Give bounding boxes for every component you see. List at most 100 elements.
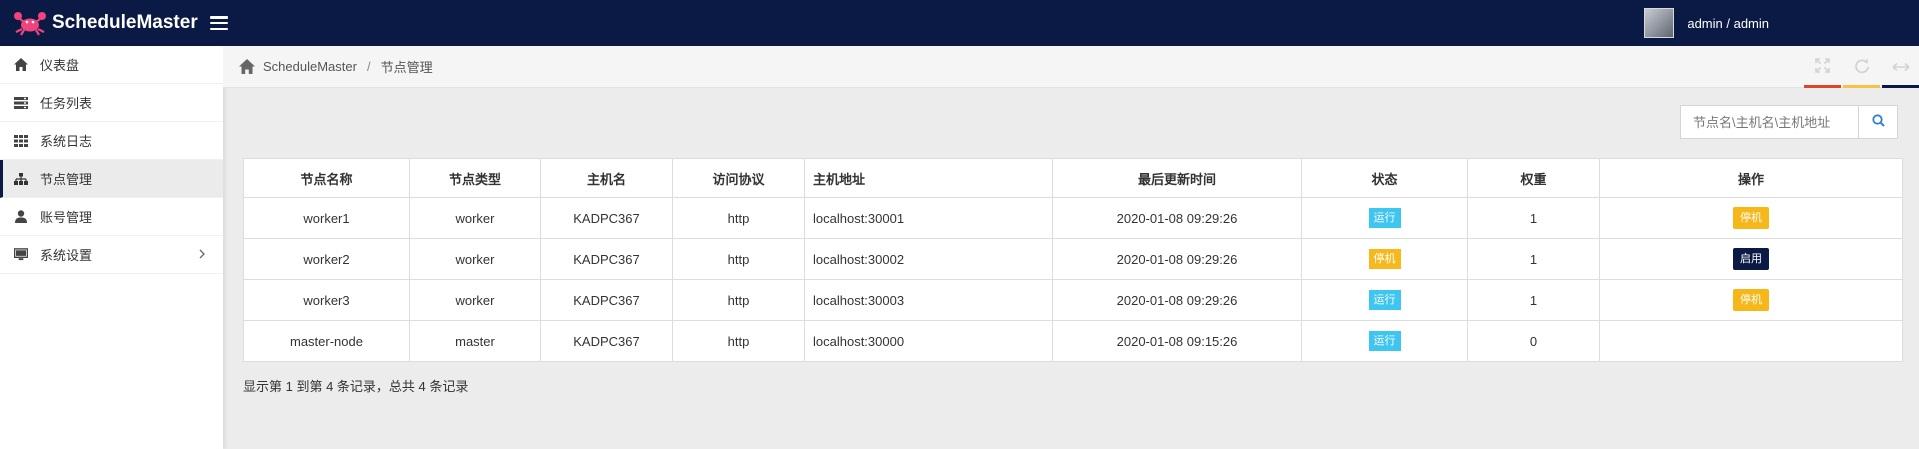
status-badge: 运行: [1368, 290, 1401, 310]
cell-action: 停机: [1599, 197, 1903, 239]
column-header[interactable]: 访问协议: [672, 158, 805, 198]
crab-logo-icon: [12, 10, 48, 36]
column-header[interactable]: 操作: [1599, 158, 1903, 198]
column-header[interactable]: 权重: [1467, 158, 1600, 198]
collapse-button[interactable]: [1882, 46, 1919, 88]
column-header[interactable]: 节点名称: [243, 158, 410, 198]
avatar[interactable]: [1644, 8, 1675, 38]
search-box: [1680, 105, 1898, 139]
table-row: master-node master KADPC367 http localho…: [243, 320, 1903, 362]
user-menu[interactable]: admin / admin: [1644, 0, 1919, 46]
sidebar-item-label: 系统日志: [40, 134, 93, 149]
sitemap-icon: [14, 172, 28, 186]
cell-updated: 2020-01-08 09:29:26: [1052, 197, 1302, 239]
column-header[interactable]: 主机名: [540, 158, 673, 198]
brand-name: ScheduleMaster: [52, 12, 198, 33]
cell-node-name: master-node: [243, 320, 410, 362]
sidebar-item-label: 节点管理: [40, 172, 93, 187]
sidebar-item-settings[interactable]: 系统设置: [0, 236, 223, 274]
cell-host-name: KADPC367: [540, 197, 673, 239]
fullscreen-button[interactable]: [1804, 46, 1841, 88]
node-table: 节点名称 节点类型 主机名 访问协议 主机地址 最后更新时间 状态 权重 操作 …: [243, 158, 1903, 362]
breadcrumb-home-link[interactable]: ScheduleMaster: [263, 59, 357, 74]
refresh-icon: [1854, 58, 1870, 77]
monitor-icon: [14, 248, 28, 262]
cell-node-type: master: [409, 320, 541, 362]
cell-updated: 2020-01-08 09:15:26: [1052, 320, 1302, 362]
status-badge: 运行: [1368, 208, 1401, 228]
search-button[interactable]: [1858, 105, 1898, 139]
sidebar-item-dashboard[interactable]: 仪表盘: [0, 46, 223, 84]
user-name[interactable]: admin / admin: [1687, 16, 1769, 31]
refresh-accent-bar: [1843, 85, 1880, 88]
cell-host-name: KADPC367: [540, 320, 673, 362]
cell-node-name: worker2: [243, 238, 410, 280]
cell-node-type: worker: [409, 238, 541, 280]
cell-address: localhost:30003: [804, 279, 1053, 321]
sidebar-item-label: 任务列表: [40, 96, 93, 111]
tasks-icon: [14, 96, 28, 110]
breadcrumb: ScheduleMaster / 节点管理: [223, 46, 1919, 88]
table-row: worker3 worker KADPC367 http localhost:3…: [243, 279, 1903, 321]
cell-weight: 1: [1467, 197, 1600, 239]
cell-status: 停机: [1301, 238, 1468, 280]
search-icon: [1871, 114, 1885, 130]
cell-protocol: http: [672, 238, 805, 280]
cell-address: localhost:30001: [804, 197, 1053, 239]
search-input[interactable]: [1680, 105, 1858, 139]
cell-weight: 1: [1467, 279, 1600, 321]
column-header[interactable]: 状态: [1301, 158, 1468, 198]
sidebar-item-accounts[interactable]: 账号管理: [0, 198, 223, 236]
cell-protocol: http: [672, 279, 805, 321]
enable-node-button[interactable]: 启用: [1733, 248, 1769, 270]
breadcrumb-separator: /: [366, 59, 371, 74]
pagination-summary: 显示第 1 到第 4 条记录，总共 4 条记录: [243, 379, 469, 394]
table-row: worker2 worker KADPC367 http localhost:3…: [243, 238, 1903, 280]
sidebar-item-logs[interactable]: 系统日志: [0, 122, 223, 160]
cell-node-type: worker: [409, 279, 541, 321]
menu-toggle-icon[interactable]: [209, 16, 228, 30]
cell-protocol: http: [672, 197, 805, 239]
cell-status: 运行: [1301, 197, 1468, 239]
column-header[interactable]: 最后更新时间: [1052, 158, 1302, 198]
user-icon: [14, 210, 28, 224]
cell-action: [1599, 320, 1903, 362]
cell-action: 停机: [1599, 279, 1903, 321]
sidebar-item-label: 系统设置: [40, 248, 93, 263]
column-header[interactable]: 节点类型: [409, 158, 541, 198]
cell-updated: 2020-01-08 09:29:26: [1052, 238, 1302, 280]
sidebar-item-label: 账号管理: [40, 210, 93, 225]
grid-icon: [14, 134, 28, 148]
sidebar-item-tasks[interactable]: 任务列表: [0, 84, 223, 122]
chevron-right-icon: [196, 248, 208, 260]
sidebar-item-nodes[interactable]: 节点管理: [0, 160, 223, 198]
status-badge: 运行: [1368, 331, 1401, 351]
cell-node-name: worker1: [243, 197, 410, 239]
page-toolbar: [1802, 46, 1919, 88]
collapse-accent-bar: [1882, 85, 1919, 88]
table-row: worker1 worker KADPC367 http localhost:3…: [243, 197, 1903, 239]
cell-protocol: http: [672, 320, 805, 362]
refresh-button[interactable]: [1843, 46, 1880, 88]
cell-weight: 1: [1467, 238, 1600, 280]
cell-updated: 2020-01-08 09:29:26: [1052, 279, 1302, 321]
home-icon[interactable]: [239, 58, 255, 75]
stop-node-button[interactable]: 停机: [1733, 207, 1769, 229]
fullscreen-accent-bar: [1804, 85, 1841, 88]
cell-node-name: worker3: [243, 279, 410, 321]
home-icon: [14, 58, 28, 72]
cell-address: localhost:30002: [804, 238, 1053, 280]
column-header[interactable]: 主机地址: [804, 158, 1053, 198]
arrows-horizontal-icon: [1891, 60, 1910, 75]
cell-host-name: KADPC367: [540, 279, 673, 321]
expand-icon: [1815, 58, 1830, 76]
brand[interactable]: ScheduleMaster: [0, 0, 198, 46]
cell-status: 运行: [1301, 320, 1468, 362]
top-navbar: ScheduleMaster admin / admin: [0, 0, 1919, 46]
cell-host-name: KADPC367: [540, 238, 673, 280]
breadcrumb-current: 节点管理: [380, 60, 433, 75]
sidebar: 仪表盘 任务列表 系统日志 节点管理 账号管理 系统设置: [0, 46, 223, 449]
status-badge: 停机: [1368, 249, 1401, 269]
stop-node-button[interactable]: 停机: [1733, 289, 1769, 311]
cell-weight: 0: [1467, 320, 1600, 362]
